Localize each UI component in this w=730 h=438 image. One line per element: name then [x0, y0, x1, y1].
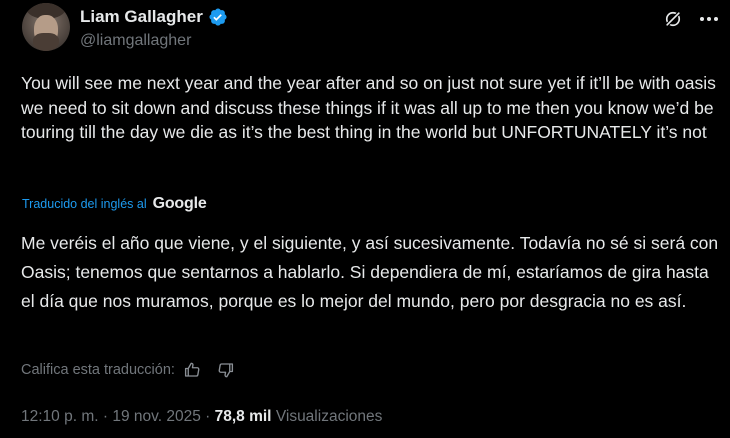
views-label: Visualizaciones: [275, 408, 383, 425]
google-logo: Google: [152, 195, 207, 212]
author-display-name[interactable]: Liam Gallagher: [80, 7, 203, 27]
rate-translation-row: Califica esta traducción:: [21, 361, 235, 379]
rate-translation-label: Califica esta traducción:: [21, 362, 175, 378]
thumbs-down-icon[interactable]: [217, 361, 235, 379]
translation-text: Me veréis el año que viene, y el siguien…: [21, 233, 719, 311]
tweet-text: You will see me next year and the year a…: [21, 73, 716, 142]
more-options-button[interactable]: [697, 8, 721, 30]
translated-from-link[interactable]: Traducido del inglés al: [22, 197, 147, 211]
author-avatar[interactable]: [22, 3, 70, 51]
tweet-meta: 12:10 p. m. · 19 nov. 2025 · 78,8 mil Vi…: [21, 408, 382, 426]
author-name-row: Liam Gallagher: [80, 7, 228, 27]
verified-badge-icon[interactable]: [208, 7, 228, 27]
views-count: 78,8 mil: [214, 408, 272, 425]
tweet-time[interactable]: 12:10 p. m.: [21, 408, 99, 425]
tweet-date[interactable]: 19 nov. 2025: [112, 408, 200, 425]
grok-icon: [665, 11, 681, 27]
avatar-beard: [33, 33, 59, 51]
thumbs-up-icon[interactable]: [183, 361, 201, 379]
meta-separator-2: ·: [205, 408, 211, 425]
author-handle[interactable]: @liamgallagher: [80, 32, 191, 50]
more-icon: [700, 17, 718, 21]
translation-attribution: Traducido del inglés al Google: [22, 195, 207, 213]
grok-button[interactable]: [662, 8, 684, 30]
meta-separator: ·: [102, 408, 109, 425]
